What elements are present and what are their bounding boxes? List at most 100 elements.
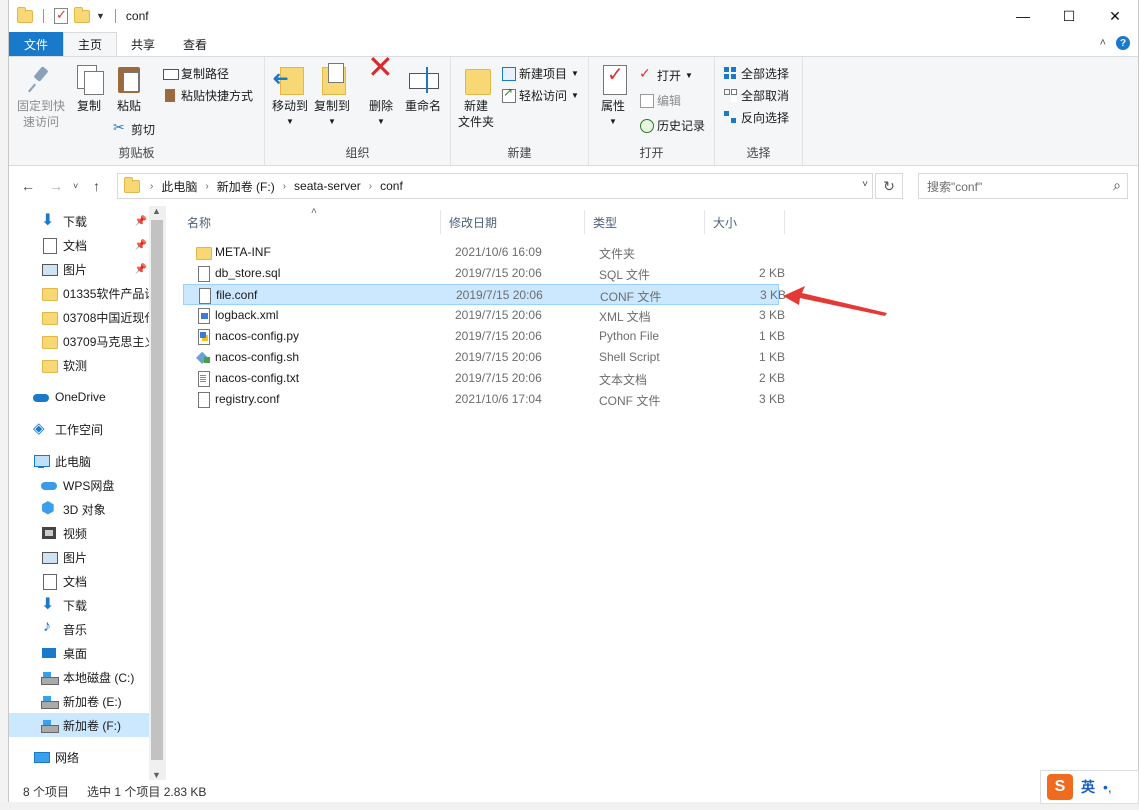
nav-item-downloads-pc[interactable]: 下载 <box>9 593 151 617</box>
nav-item-drive-c[interactable]: 本地磁盘 (C:) <box>9 665 151 689</box>
nav-item-network[interactable]: 网络 <box>9 745 151 769</box>
file-row[interactable]: db_store.sql 2019/7/15 20:06 SQL 文件 2 KB <box>183 263 785 284</box>
column-header-date[interactable]: 修改日期 <box>441 210 585 234</box>
nav-item-wps-cloud[interactable]: WPS网盘 <box>9 473 151 497</box>
copy-path-button[interactable]: 复制路径 <box>163 63 229 83</box>
chevron-down-icon[interactable]: ▼ <box>152 770 161 780</box>
nav-item-desktop[interactable]: 桌面 <box>9 641 151 665</box>
breadcrumb-seata-server[interactable]: seata-server <box>288 179 367 193</box>
group-label-new: 新建 <box>507 146 532 160</box>
nav-item-videos[interactable]: 视频 <box>9 521 151 545</box>
back-arrow-icon[interactable]: ← <box>21 178 35 194</box>
file-row-selected[interactable]: file.conf 2019/7/15 20:06 CONF 文件 3 KB <box>183 284 786 305</box>
scrollbar-thumb[interactable] <box>151 220 163 760</box>
nav-item-folder-03708[interactable]: 03708中国近现代 <box>9 305 151 329</box>
properties-icon[interactable] <box>54 7 68 24</box>
chevron-up-icon[interactable]: ▲ <box>152 206 161 216</box>
nav-item-onedrive[interactable]: OneDrive <box>9 385 151 409</box>
refresh-button[interactable]: ↻ <box>875 173 903 199</box>
nav-item-documents[interactable]: 文档 📌 <box>9 233 151 257</box>
open-button[interactable]: 打开 ▼ <box>639 65 693 85</box>
tab-file[interactable]: 文件 <box>9 32 64 56</box>
column-header-size[interactable]: 大小 <box>705 210 785 234</box>
file-row[interactable]: logback.xml 2019/7/15 20:06 XML 文档 3 KB <box>183 305 785 326</box>
help-icon[interactable]: ? <box>1116 36 1130 50</box>
nav-item-workspace[interactable]: 工作空间 <box>9 417 151 441</box>
pin-icon[interactable]: 📌 <box>135 264 147 275</box>
select-none-button[interactable]: 全部取消 <box>723 85 789 105</box>
new-folder-icon[interactable] <box>74 6 90 23</box>
chevron-right-icon[interactable]: › <box>203 181 210 192</box>
ime-toolbar[interactable]: S 英 •, <box>1040 770 1139 804</box>
breadcrumb-this-pc[interactable]: 此电脑 <box>155 178 203 195</box>
ime-language-toggle[interactable]: 英 <box>1081 777 1095 797</box>
file-row[interactable]: registry.conf 2021/10/6 17:04 CONF 文件 3 … <box>183 389 785 410</box>
delete-label: 删除 <box>368 99 393 113</box>
nav-item-3d-objects[interactable]: 3D 对象 <box>9 497 151 521</box>
file-row[interactable]: nacos-config.py 2019/7/15 20:06 Python F… <box>183 326 785 347</box>
close-button[interactable]: ✕ <box>1092 0 1138 32</box>
invert-selection-button[interactable]: 反向选择 <box>723 107 789 127</box>
sogou-logo-icon[interactable]: S <box>1047 774 1073 800</box>
copy-to-button[interactable]: 复制到 ▼ <box>311 63 353 130</box>
select-all-button[interactable]: 全部选择 <box>723 63 789 83</box>
recent-chevron-down-icon[interactable]: ˅ <box>73 181 78 191</box>
rename-button[interactable]: 重命名 <box>403 63 443 114</box>
pin-icon[interactable]: 📌 <box>135 216 147 227</box>
properties-button[interactable]: 属性 ▼ <box>595 63 631 130</box>
tab-view[interactable]: 查看 <box>169 32 221 56</box>
new-item-button[interactable]: 新建项目 ▼ <box>501 63 579 83</box>
file-row[interactable]: nacos-config.txt 2019/7/15 20:06 文本文档 2 … <box>183 368 785 389</box>
nav-item-drive-e[interactable]: 新加卷 (E:) <box>9 689 151 713</box>
nav-item-music[interactable]: 音乐 <box>9 617 151 641</box>
history-button[interactable]: 历史记录 <box>639 115 705 135</box>
minimize-button[interactable]: — <box>1000 0 1046 32</box>
pin-icon[interactable]: 📌 <box>135 240 147 251</box>
nav-item-folder-01335[interactable]: 01335软件产品设 <box>9 281 151 305</box>
breadcrumb-drive-f[interactable]: 新加卷 (F:) <box>211 178 281 195</box>
folder-icon <box>41 285 58 301</box>
address-input[interactable]: › 此电脑 › 新加卷 (F:) › seata-server › conf ˅ <box>117 173 873 199</box>
nav-item-this-pc[interactable]: 此电脑 <box>9 449 151 473</box>
nav-item-folder-ruance[interactable]: 软测 <box>9 353 151 377</box>
file-row[interactable]: nacos-config.sh 2019/7/15 20:06 Shell Sc… <box>183 347 785 368</box>
tab-share[interactable]: 共享 <box>117 32 169 56</box>
chevron-up-icon[interactable]: ˄ <box>1100 37 1106 49</box>
nav-item-pictures-pc[interactable]: 图片 <box>9 545 151 569</box>
nav-item-downloads[interactable]: 下载 📌 <box>9 209 151 233</box>
chevron-right-icon[interactable]: › <box>281 181 288 192</box>
column-header-type[interactable]: 类型 <box>585 210 705 234</box>
paste-button[interactable]: 粘贴 <box>111 63 147 114</box>
chevron-down-icon[interactable]: ˅ <box>862 179 868 190</box>
delete-button[interactable]: 删除 ▼ <box>363 59 399 130</box>
ime-punctuation-toggle[interactable]: •, <box>1103 779 1112 795</box>
easy-access-icon <box>501 85 516 103</box>
chevron-right-icon[interactable]: › <box>148 181 155 192</box>
breadcrumb-conf[interactable]: conf <box>374 179 409 193</box>
text-file-icon <box>195 370 211 387</box>
nav-item-pictures[interactable]: 图片 📌 <box>9 257 151 281</box>
chevron-down-icon[interactable]: ▼ <box>96 11 105 21</box>
pin-quick-access-button[interactable]: 固定到快 速访问 <box>15 63 67 130</box>
new-folder-button[interactable]: 新建 文件夹 <box>455 63 497 130</box>
cut-button[interactable]: 剪切 <box>113 119 155 139</box>
maximize-button[interactable]: ☐ <box>1046 0 1092 32</box>
nav-scrollbar[interactable]: ▲ ▼ <box>149 206 166 780</box>
paste-shortcut-button[interactable]: 粘贴快捷方式 <box>163 85 253 105</box>
tab-home[interactable]: 主页 <box>63 32 118 56</box>
scissors-icon <box>113 119 127 136</box>
chevron-right-icon[interactable]: › <box>367 181 374 192</box>
forward-arrow-icon[interactable]: → <box>49 178 63 194</box>
column-header-name[interactable]: 名称 ˄ <box>179 206 441 234</box>
copy-button[interactable]: 复制 <box>71 63 107 114</box>
nav-item-documents-pc[interactable]: 文档 <box>9 569 151 593</box>
easy-access-button[interactable]: 轻松访问 ▼ <box>501 85 579 105</box>
select-none-icon <box>723 88 737 102</box>
edit-button[interactable]: 编辑 <box>639 90 681 110</box>
move-to-button[interactable]: 移动到 ▼ <box>269 63 311 130</box>
nav-item-folder-03709[interactable]: 03709马克思主义 <box>9 329 151 353</box>
nav-item-drive-f[interactable]: 新加卷 (F:) <box>9 713 151 737</box>
search-input[interactable]: 搜索"conf" ⌕ <box>918 173 1128 199</box>
up-arrow-icon[interactable]: ↑ <box>93 178 100 194</box>
file-row[interactable]: META-INF 2021/10/6 16:09 文件夹 <box>183 242 779 263</box>
